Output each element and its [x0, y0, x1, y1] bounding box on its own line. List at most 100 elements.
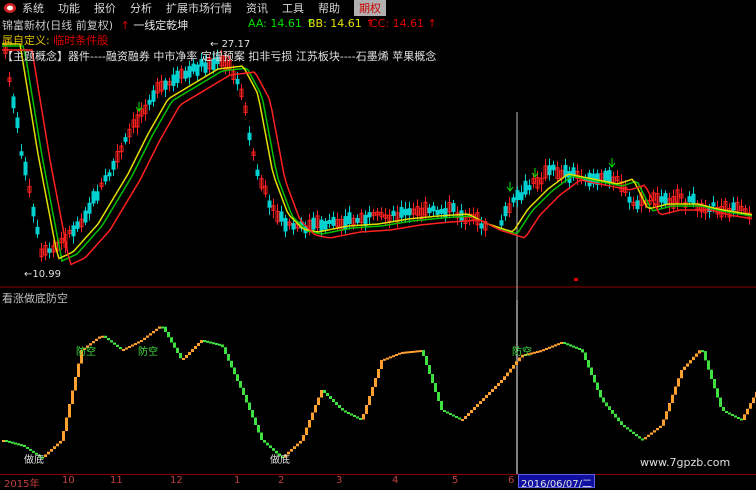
menu-extended-market[interactable]: 扩展市场行情	[166, 0, 232, 16]
oscillator-segment	[380, 360, 383, 369]
oscillator-segment	[260, 432, 263, 440]
oscillator-segment	[65, 417, 68, 431]
candle	[711, 202, 716, 207]
candle	[355, 217, 360, 223]
chart-title: 锦富新材(日线 前复权) ↑ 一线定乾坤	[2, 17, 188, 33]
oscillator-segment	[98, 336, 101, 339]
candle	[291, 223, 296, 230]
candle	[511, 197, 516, 203]
oscillator-segment	[743, 414, 746, 420]
candle	[427, 207, 432, 214]
oscillator-segment	[14, 442, 17, 445]
oscillator-segment	[503, 376, 506, 380]
candle	[95, 191, 100, 201]
oscillator-segment	[419, 350, 422, 353]
oscillator-segment	[605, 402, 608, 407]
candle	[191, 63, 196, 72]
menu-analysis[interactable]: 分析	[130, 0, 152, 16]
candle	[31, 206, 36, 217]
chart-canvas[interactable]: ← 27.17 ←10.99	[0, 0, 756, 487]
candle	[439, 208, 444, 214]
candle	[319, 219, 324, 232]
oscillator-segment	[614, 413, 617, 418]
oscillator-segment	[566, 343, 569, 346]
candle	[519, 192, 524, 201]
candle	[603, 170, 608, 181]
menu-options[interactable]: 期权	[354, 0, 386, 16]
oscillator-segment	[611, 410, 614, 414]
oscillator-segment	[218, 343, 221, 346]
oscillator-segment	[353, 415, 356, 417]
oscillator-segment	[74, 377, 77, 391]
oscillator-segment	[122, 349, 125, 351]
oscillator-segment	[407, 351, 410, 354]
oscillator-segment	[449, 413, 452, 415]
oscillator-segment	[404, 351, 407, 354]
oscillator-segment	[416, 350, 419, 353]
menu-quote[interactable]: 报价	[94, 0, 116, 16]
candlestick-series	[3, 40, 752, 262]
oscillator-segment	[746, 408, 749, 415]
oscillator-segment	[293, 446, 296, 449]
oscillator-segment	[371, 387, 374, 396]
oscillator-segment	[116, 344, 119, 347]
cursor-date: 2016/06/07/二	[518, 474, 596, 490]
candle	[459, 210, 464, 221]
oscillator-segment	[56, 443, 59, 447]
oscillator-segment	[95, 338, 98, 341]
oscillator-segment	[188, 352, 191, 355]
up-arrow-icon: ↑	[120, 19, 130, 32]
menu-help[interactable]: 帮助	[318, 0, 340, 16]
axis-tick: 5	[452, 475, 459, 486]
oscillator-segment	[485, 395, 488, 398]
oscillator-segment	[104, 335, 107, 338]
oscillator-segment	[437, 392, 440, 401]
oscillator-segment	[608, 406, 611, 410]
candle	[235, 78, 240, 85]
candle	[407, 208, 412, 216]
oscillator-segment	[683, 366, 686, 370]
oscillator-segment	[194, 346, 197, 349]
oscillator-segment	[668, 403, 671, 412]
axis-tick: 11	[110, 475, 123, 486]
oscillator-segment	[674, 386, 677, 395]
oscillator-segment	[563, 342, 566, 344]
oscillator-segment	[719, 397, 722, 407]
menu-tools[interactable]: 工具	[282, 0, 304, 16]
candle	[399, 206, 404, 218]
oscillator-segment	[476, 404, 479, 407]
candle	[15, 117, 20, 129]
oscillator-segment	[443, 410, 446, 412]
oscillator-segment	[23, 445, 26, 447]
oscillator-segment	[464, 416, 467, 419]
oscillator-segment	[395, 354, 398, 356]
oscillator-segment	[572, 345, 575, 348]
candle	[503, 206, 508, 217]
candle	[47, 248, 52, 253]
oscillator-segment	[389, 356, 392, 359]
oscillator-segment	[119, 347, 122, 350]
oscillator-segment	[590, 367, 593, 375]
concept-tags: 【主题概念】器件----融资融券 中市净率 定增预案 扣非亏损 江苏板块----…	[2, 50, 437, 63]
oscillator-segment	[581, 349, 584, 353]
oscillator-segment	[482, 398, 485, 401]
oscillator-segment	[731, 414, 734, 416]
oscillator-segment	[554, 344, 557, 347]
menu-news[interactable]: 资讯	[246, 0, 268, 16]
oscillator-segment	[44, 454, 47, 458]
oscillator-series	[2, 326, 756, 459]
candle	[547, 165, 552, 176]
candle	[147, 99, 152, 105]
candle	[75, 221, 80, 229]
menu-function[interactable]: 功能	[58, 0, 80, 16]
oscillator-segment	[728, 412, 731, 415]
oscillator-segment	[716, 388, 719, 398]
oscillator-segment	[458, 417, 461, 420]
candle	[267, 200, 272, 208]
oscillator-segment	[143, 337, 146, 340]
candle	[163, 80, 168, 90]
oscillator-segment	[305, 427, 308, 435]
oscillator-segment	[752, 397, 755, 404]
menu-system[interactable]: 系统	[22, 0, 44, 16]
candle	[71, 225, 76, 237]
